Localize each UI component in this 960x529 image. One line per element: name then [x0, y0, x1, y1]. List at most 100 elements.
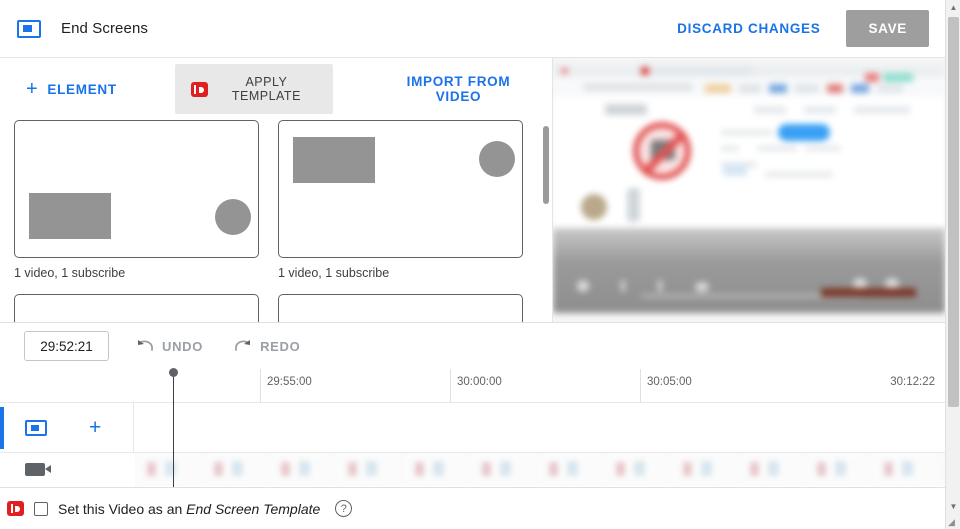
preview-bookmark — [851, 84, 869, 93]
bottom-bar: Set this Video as an End Screen Template… — [0, 487, 945, 529]
preview-url-bar — [583, 83, 693, 91]
filmstrip-cell — [403, 453, 470, 486]
preview-active-tab — [638, 66, 753, 76]
filmstrip-cell — [135, 453, 202, 486]
preview-control — [621, 280, 625, 292]
preview-bookmark — [883, 73, 913, 82]
scroll-up-arrow-icon[interactable]: ▲ — [946, 0, 960, 15]
video-track-row[interactable] — [0, 453, 945, 486]
subscribe-placeholder — [479, 141, 515, 177]
filmstrip-cell — [805, 453, 872, 486]
preview-text-line — [721, 130, 773, 135]
template-label: 1 video, 1 subscribe — [14, 266, 126, 280]
redo-label: REDO — [260, 338, 301, 354]
timecode-input[interactable] — [24, 331, 109, 361]
redo-button[interactable]: REDO — [229, 332, 304, 360]
preview-bookmark — [865, 73, 879, 82]
ruler-tick: 30:05:00 — [640, 369, 692, 403]
template-preview[interactable] — [14, 120, 259, 258]
filmstrip-cell — [336, 453, 403, 486]
template-preview[interactable] — [278, 294, 523, 322]
end-screens-editor: End Screens DISCARD CHANGES SAVE + ELEME… — [0, 0, 960, 529]
filmstrip-cell — [202, 453, 269, 486]
preview-text-line — [757, 146, 797, 151]
template-card[interactable]: 1 video, 1 subscribe — [278, 120, 523, 280]
save-button[interactable]: SAVE — [846, 10, 929, 47]
template-card[interactable]: 1 video, 1 subscribe — [14, 120, 259, 280]
tubebuddy-logo-icon — [7, 501, 24, 516]
undo-label: UNDO — [162, 338, 204, 354]
preview-player-bar — [553, 228, 945, 313]
template-preview[interactable] — [14, 294, 259, 322]
preview-tab-dot — [561, 68, 568, 74]
preview-bookmark — [795, 84, 819, 93]
track-header: + — [0, 403, 134, 452]
filmstrip-cell — [738, 453, 805, 486]
resize-grip-icon[interactable]: ◢ — [948, 517, 959, 528]
help-icon[interactable]: ? — [335, 500, 353, 517]
redo-icon — [235, 340, 251, 351]
filmstrip-cell — [604, 453, 671, 486]
no-entry-sign-icon — [633, 122, 691, 180]
template-label: 1 video, 1 subscribe — [278, 266, 390, 280]
end-screen-track-row[interactable]: + — [0, 403, 945, 453]
template-card[interactable] — [278, 294, 523, 322]
set-as-template-checkbox[interactable] — [34, 501, 48, 516]
preview-text-line — [805, 146, 841, 151]
add-track-element-button[interactable]: + — [89, 417, 101, 438]
video-placeholder — [293, 137, 375, 183]
editor-toolbar: + ELEMENT APPLY TEMPLATE IMPORT FROM VID… — [0, 58, 552, 120]
video-camera-icon — [25, 463, 51, 476]
preview-bookmark — [769, 84, 787, 93]
templates-scrollbar-thumb[interactable] — [543, 126, 549, 204]
add-element-button[interactable]: + ELEMENT — [14, 71, 129, 107]
undo-icon — [138, 340, 153, 351]
preview-nav-item — [803, 106, 837, 114]
ruler-tick: 30:00:00 — [450, 369, 502, 403]
video-filmstrip[interactable] — [135, 453, 945, 486]
page-scrollbar[interactable]: ▲ ▼ ◢ — [945, 0, 960, 529]
timeline-controls: UNDO REDO — [0, 322, 945, 369]
preview-figure — [627, 188, 640, 222]
apply-template-button[interactable]: APPLY TEMPLATE — [174, 64, 333, 114]
undo-button[interactable]: UNDO — [131, 332, 207, 360]
import-from-video-button[interactable]: IMPORT FROM VIDEO — [379, 66, 538, 112]
end-screen-track-body[interactable] — [134, 403, 945, 452]
filmstrip-cell — [269, 453, 336, 486]
templates-scrollbar[interactable] — [543, 120, 549, 322]
template-preview[interactable] — [278, 120, 523, 258]
playhead-handle[interactable] — [169, 368, 178, 377]
set-as-template-label: Set this Video as an End Screen Template — [58, 501, 320, 517]
preview-nav-item — [853, 106, 911, 114]
ruler-tick: 29:55:00 — [260, 369, 312, 403]
preview-text-line — [721, 146, 739, 151]
track-selected-accent — [0, 407, 4, 449]
template-card[interactable] — [14, 294, 259, 322]
page-scrollbar-thumb[interactable] — [948, 17, 959, 407]
timeline-tracks: + — [0, 403, 945, 487]
timeline-ruler[interactable]: 29:55:00 30:00:00 30:05:00 30:12:22 — [0, 369, 945, 403]
preview-bookmark — [877, 84, 903, 93]
preview-control — [695, 282, 709, 292]
video-preview-panel[interactable] — [553, 58, 945, 322]
page-title: End Screens — [61, 20, 148, 37]
apply-template-label: APPLY TEMPLATE — [231, 75, 301, 103]
end-screen-icon — [25, 419, 47, 436]
preview-highlight-box — [723, 165, 747, 176]
preview-page-content — [553, 98, 945, 228]
preview-control — [658, 280, 662, 292]
preview-primary-button — [778, 124, 830, 141]
preview-bookmark — [827, 84, 843, 93]
no-entry-inner-shape — [651, 140, 675, 160]
preview-bookmark — [705, 84, 731, 93]
filmstrip-cell — [671, 453, 738, 486]
discard-changes-button[interactable]: DISCARD CHANGES — [667, 13, 830, 44]
video-preview-frame — [553, 64, 945, 313]
plus-icon: + — [26, 78, 39, 100]
timeline-playhead[interactable] — [169, 368, 178, 487]
preview-text-line — [765, 172, 833, 177]
label-emphasis: End Screen Template — [186, 500, 321, 517]
scroll-down-arrow-icon[interactable]: ▼ — [946, 499, 960, 514]
preview-avatar — [581, 194, 607, 220]
ruler-end-time: 30:12:22 — [890, 376, 935, 388]
